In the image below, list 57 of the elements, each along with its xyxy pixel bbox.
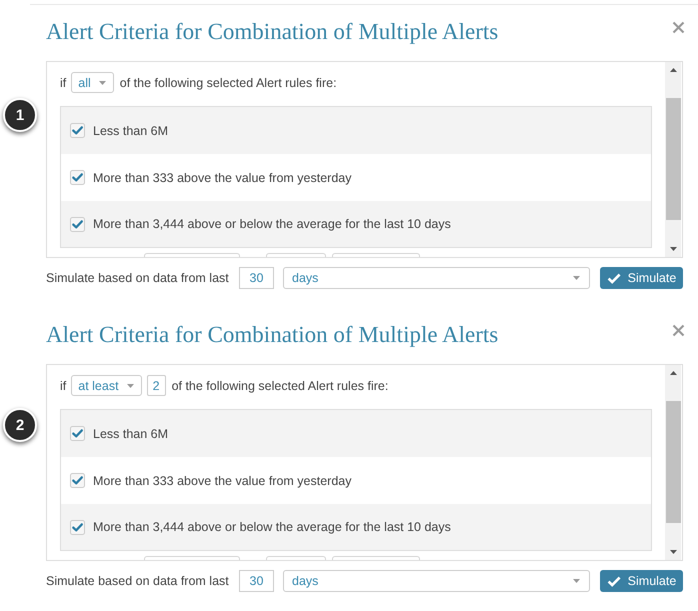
step-badge: 1 [3, 98, 37, 132]
scroll-down-arrow-icon[interactable] [670, 550, 676, 554]
close-icon[interactable] [672, 324, 685, 337]
step-badge: 2 [3, 408, 37, 442]
caret-icon [126, 384, 134, 388]
caret-icon [573, 579, 580, 583]
scroll-up-arrow-icon[interactable] [670, 371, 676, 375]
clipped-input-field[interactable] [266, 253, 326, 257]
count-field[interactable]: 2 [146, 375, 166, 396]
rule-label: More than 3,444 above or below the average for the last 10 days [93, 217, 451, 231]
checkbox[interactable] [70, 520, 85, 534]
amount-field[interactable]: 30 [239, 570, 274, 592]
rule-label: More than 3,444 above or below the average for the last 10 days [93, 520, 451, 534]
dialog-title: Alert Criteria for Combination of Multiple Alerts [46, 19, 498, 45]
checkbox[interactable] [70, 473, 85, 488]
dialog-title: Alert Criteria for Combination of Multiple Alerts [46, 322, 498, 348]
rule-label: More than 333 above the value from yesterday [93, 170, 352, 184]
rule-label: More than 333 above the value from yesterday [93, 474, 352, 488]
condition-text: if [60, 378, 66, 392]
checkbox[interactable] [70, 123, 85, 138]
clipped-input-field[interactable] [332, 253, 420, 257]
checkbox[interactable] [70, 170, 85, 185]
condition-text: of the following selected Alert rules fire: [172, 378, 388, 392]
quantifier-dropdown[interactable]: at least [71, 375, 142, 396]
simulate-label: Simulate based on data from last [46, 271, 230, 285]
unit-dropdown[interactable]: days [283, 570, 590, 592]
rule-row[interactable]: More than 3,444 above or below the average for the last 10 days [61, 504, 651, 550]
checkbox[interactable] [70, 216, 85, 232]
scrollbar-thumb[interactable] [666, 98, 680, 220]
checkbox[interactable] [70, 426, 85, 441]
rule-row[interactable]: More than 3,444 above or below the average for the last 10 days [61, 201, 651, 247]
close-icon[interactable] [672, 21, 685, 34]
unit-dropdown[interactable]: days [283, 267, 590, 289]
check-icon [606, 576, 621, 586]
rule-label: Less than 6M [93, 124, 168, 138]
rule-label: Less than 6M [93, 426, 168, 440]
clipped-input-field[interactable] [332, 556, 420, 560]
scrollbar-thumb[interactable] [666, 401, 680, 523]
check-icon [606, 272, 621, 284]
caret-icon [573, 276, 580, 280]
clipped-input-field[interactable] [144, 253, 240, 257]
condition-text: if [60, 76, 66, 90]
scrollbar[interactable] [665, 62, 681, 257]
caret-icon [98, 80, 106, 84]
scrollbar[interactable] [665, 365, 681, 560]
clipped-input-field[interactable] [266, 556, 326, 560]
simulate-button[interactable]: Simulate [600, 267, 683, 289]
amount-field[interactable]: 30 [239, 267, 274, 289]
quantifier-dropdown[interactable]: all [71, 72, 114, 93]
rule-row[interactable]: Less than 6M [61, 410, 651, 457]
clipped-input-field[interactable] [144, 556, 240, 560]
scroll-down-arrow-icon[interactable] [670, 247, 676, 251]
condition-text: of the following selected Alert rules fire: [120, 76, 337, 90]
simulate-label: Simulate based on data from last [46, 574, 230, 588]
simulate-button[interactable]: Simulate [600, 570, 683, 592]
scroll-up-arrow-icon[interactable] [670, 68, 676, 72]
rule-row[interactable]: Less than 6M [61, 107, 651, 154]
